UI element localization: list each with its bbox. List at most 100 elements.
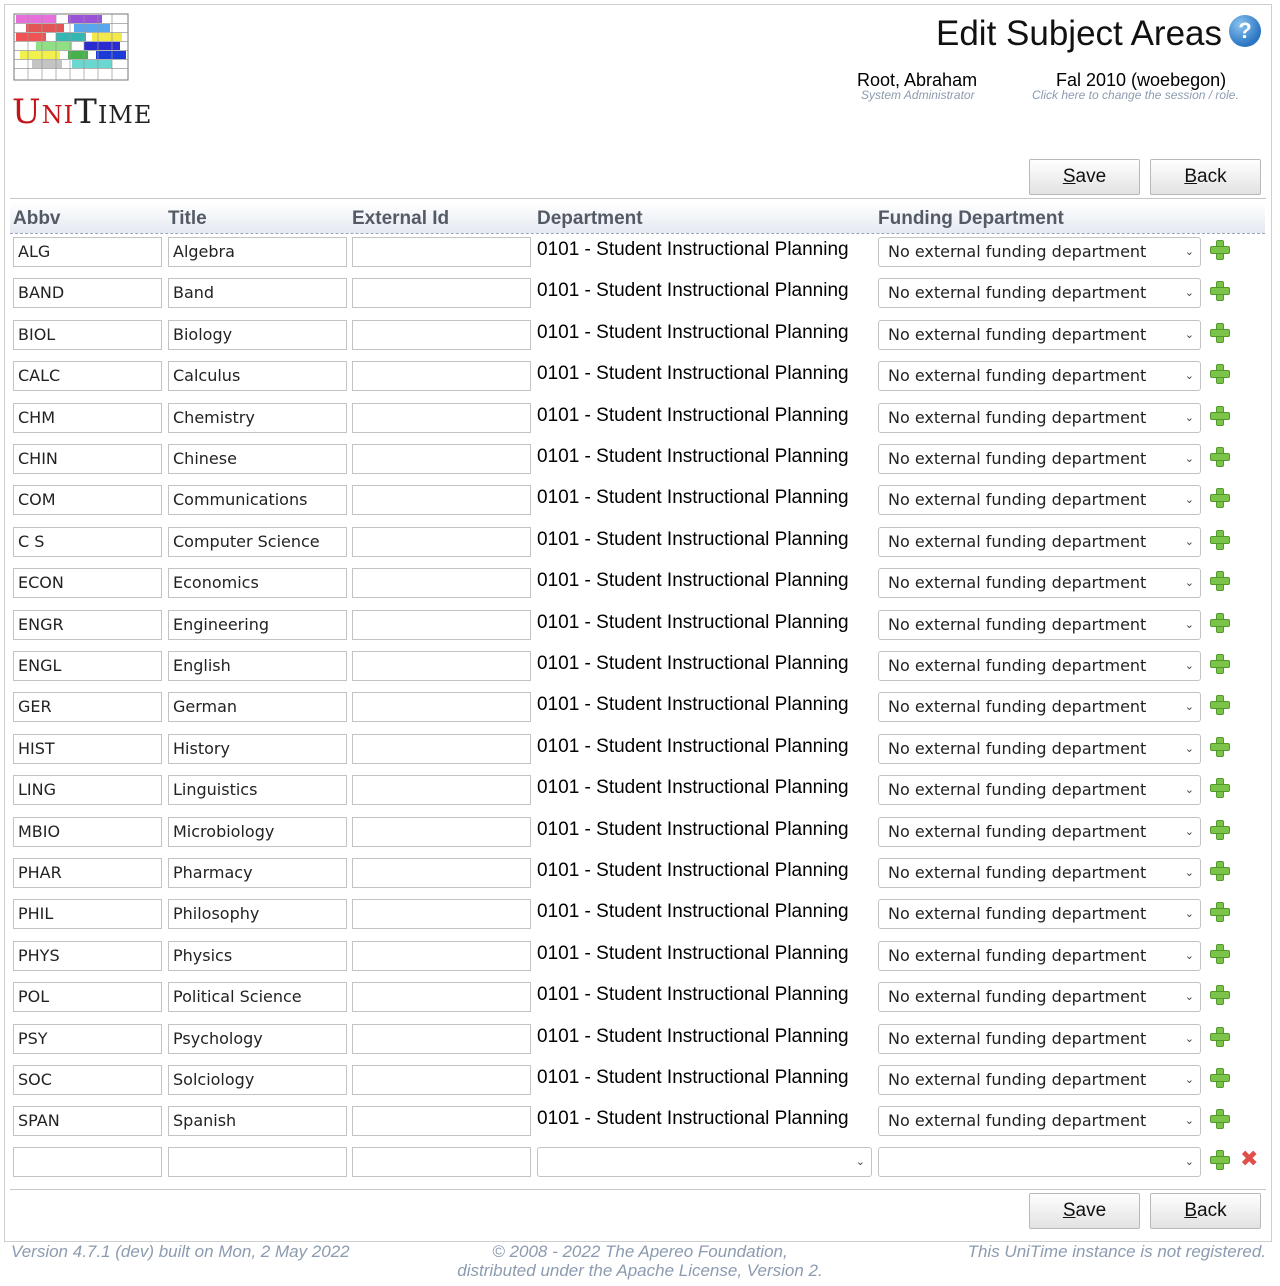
abbv-input[interactable]: GER: [13, 692, 162, 722]
plus-icon[interactable]: [1210, 778, 1230, 798]
funding-department-select[interactable]: No external funding department ⌄: [878, 1024, 1201, 1054]
external-id-input[interactable]: [352, 817, 531, 847]
abbv-input[interactable]: ALG: [13, 237, 162, 267]
save-button-bottom[interactable]: Save: [1029, 1193, 1140, 1229]
external-id-input[interactable]: [352, 734, 531, 764]
funding-department-select[interactable]: No external funding department ⌄: [878, 485, 1201, 515]
funding-department-select[interactable]: No external funding department ⌄: [878, 1106, 1201, 1136]
external-id-input[interactable]: [352, 320, 531, 350]
external-id-input[interactable]: [352, 858, 531, 888]
abbv-input[interactable]: HIST: [13, 734, 162, 764]
title-input[interactable]: Chinese: [168, 444, 347, 474]
abbv-input[interactable]: ECON: [13, 568, 162, 598]
plus-icon[interactable]: [1210, 447, 1230, 467]
plus-icon[interactable]: [1210, 488, 1230, 508]
funding-department-select[interactable]: No external funding department ⌄: [878, 610, 1201, 640]
funding-department-select[interactable]: No external funding department ⌄: [878, 278, 1201, 308]
funding-department-select[interactable]: No external funding department ⌄: [878, 899, 1201, 929]
external-id-input[interactable]: [352, 1024, 531, 1054]
abbv-input[interactable]: MBIO: [13, 817, 162, 847]
plus-icon[interactable]: [1210, 861, 1230, 881]
plus-icon[interactable]: [1210, 323, 1230, 343]
plus-icon[interactable]: [1210, 281, 1230, 301]
external-id-input[interactable]: [352, 527, 531, 557]
title-input[interactable]: Philosophy: [168, 899, 347, 929]
title-input[interactable]: English: [168, 651, 347, 681]
abbv-input[interactable]: BIOL: [13, 320, 162, 350]
plus-icon[interactable]: [1210, 820, 1230, 840]
plus-icon[interactable]: [1210, 1109, 1230, 1129]
delete-icon[interactable]: ✖: [1240, 1148, 1258, 1170]
abbv-input[interactable]: COM: [13, 485, 162, 515]
funding-department-select[interactable]: No external funding department ⌄: [878, 361, 1201, 391]
back-button-bottom[interactable]: Back: [1150, 1193, 1261, 1229]
plus-icon[interactable]: [1210, 1068, 1230, 1088]
plus-icon[interactable]: [1210, 364, 1230, 384]
funding-department-select[interactable]: No external funding department ⌄: [878, 817, 1201, 847]
abbv-input[interactable]: ENGL: [13, 651, 162, 681]
plus-icon[interactable]: [1210, 530, 1230, 550]
funding-department-select[interactable]: No external funding department ⌄: [878, 858, 1201, 888]
title-input[interactable]: Engineering: [168, 610, 347, 640]
title-input[interactable]: Spanish: [168, 1106, 347, 1136]
title-input[interactable]: Computer Science: [168, 527, 347, 557]
title-input[interactable]: Algebra: [168, 237, 347, 267]
title-input[interactable]: Linguistics: [168, 775, 347, 805]
external-id-input[interactable]: [352, 899, 531, 929]
funding-department-select[interactable]: No external funding department ⌄: [878, 734, 1201, 764]
title-input[interactable]: Calculus: [168, 361, 347, 391]
title-input[interactable]: History: [168, 734, 347, 764]
plus-icon[interactable]: [1210, 571, 1230, 591]
new-abbv-input[interactable]: [13, 1147, 162, 1177]
new-department-select[interactable]: ⌄: [537, 1147, 872, 1177]
external-id-input[interactable]: [352, 568, 531, 598]
abbv-input[interactable]: CALC: [13, 361, 162, 391]
plus-icon[interactable]: [1210, 406, 1230, 426]
funding-department-select[interactable]: No external funding department ⌄: [878, 237, 1201, 267]
help-icon[interactable]: ?: [1229, 15, 1261, 47]
title-input[interactable]: Solciology: [168, 1065, 347, 1095]
title-input[interactable]: Communications: [168, 485, 347, 515]
title-input[interactable]: Political Science: [168, 982, 347, 1012]
abbv-input[interactable]: SOC: [13, 1065, 162, 1095]
funding-department-select[interactable]: No external funding department ⌄: [878, 568, 1201, 598]
title-input[interactable]: German: [168, 692, 347, 722]
plus-icon[interactable]: [1210, 944, 1230, 964]
external-id-input[interactable]: [352, 278, 531, 308]
funding-department-select[interactable]: No external funding department ⌄: [878, 320, 1201, 350]
plus-icon[interactable]: [1210, 695, 1230, 715]
title-input[interactable]: Microbiology: [168, 817, 347, 847]
external-id-input[interactable]: [352, 651, 531, 681]
abbv-input[interactable]: SPAN: [13, 1106, 162, 1136]
abbv-input[interactable]: POL: [13, 982, 162, 1012]
external-id-input[interactable]: [352, 237, 531, 267]
funding-department-select[interactable]: No external funding department ⌄: [878, 403, 1201, 433]
save-button-top[interactable]: Save: [1029, 159, 1140, 195]
plus-icon[interactable]: [1210, 737, 1230, 757]
funding-department-select[interactable]: No external funding department ⌄: [878, 444, 1201, 474]
new-funding-department-select[interactable]: ⌄: [878, 1147, 1201, 1177]
external-id-input[interactable]: [352, 444, 531, 474]
external-id-input[interactable]: [352, 1065, 531, 1095]
abbv-input[interactable]: CHIN: [13, 444, 162, 474]
plus-icon[interactable]: [1210, 613, 1230, 633]
funding-department-select[interactable]: No external funding department ⌄: [878, 941, 1201, 971]
title-input[interactable]: Psychology: [168, 1024, 347, 1054]
new-title-input[interactable]: [168, 1147, 347, 1177]
abbv-input[interactable]: BAND: [13, 278, 162, 308]
abbv-input[interactable]: PHYS: [13, 941, 162, 971]
title-input[interactable]: Physics: [168, 941, 347, 971]
title-input[interactable]: Chemistry: [168, 403, 347, 433]
abbv-input[interactable]: PHIL: [13, 899, 162, 929]
funding-department-select[interactable]: No external funding department ⌄: [878, 1065, 1201, 1095]
new-external-id-input[interactable]: [352, 1147, 531, 1177]
abbv-input[interactable]: ENGR: [13, 610, 162, 640]
external-id-input[interactable]: [352, 361, 531, 391]
funding-department-select[interactable]: No external funding department ⌄: [878, 982, 1201, 1012]
external-id-input[interactable]: [352, 941, 531, 971]
funding-department-select[interactable]: No external funding department ⌄: [878, 527, 1201, 557]
title-input[interactable]: Pharmacy: [168, 858, 347, 888]
external-id-input[interactable]: [352, 775, 531, 805]
abbv-input[interactable]: C S: [13, 527, 162, 557]
title-input[interactable]: Biology: [168, 320, 347, 350]
